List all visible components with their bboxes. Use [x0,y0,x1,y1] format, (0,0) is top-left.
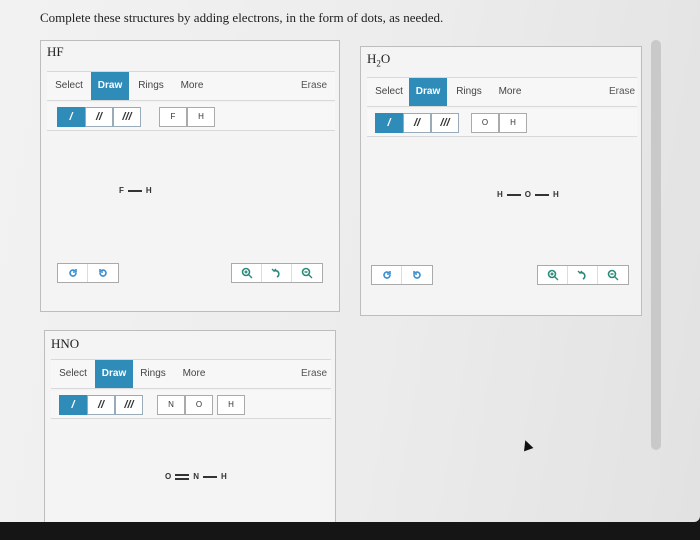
atom-h-button[interactable]: H [187,107,215,127]
panel-hf: HF Select Draw Rings More Erase / // ///… [40,40,340,312]
triple-bond-button[interactable]: /// [431,113,459,133]
zoom-out-button[interactable] [292,264,322,282]
single-bond-button[interactable]: / [57,107,85,127]
atom-h-button[interactable]: H [499,113,527,133]
single-bond[interactable] [203,475,218,478]
redo-icon [99,269,107,277]
tab-draw[interactable]: Draw [91,72,129,100]
editor-toolbar: Select Draw Rings More Erase [47,71,335,101]
atom-n-button[interactable]: N [157,395,185,415]
zoom-reset-icon [271,268,280,278]
undo-button[interactable] [372,266,402,284]
undo-redo-group [371,265,433,285]
monitor-bezel [0,522,700,540]
tab-select[interactable]: Select [53,360,93,388]
tab-draw[interactable]: Draw [95,360,133,388]
double-bond-button[interactable]: // [403,113,431,133]
tab-erase[interactable]: Erase [297,72,331,100]
panel-title: HF [47,44,64,59]
bond-row: / // /// F H [47,103,335,131]
panel-hno: HNO Select Draw Rings More Erase / // //… [44,330,336,522]
zoom-in-icon [547,269,558,281]
zoom-group [537,265,629,285]
panel-title: H2O [367,51,390,69]
single-bond[interactable] [506,193,521,196]
double-bond-button[interactable]: // [87,395,115,415]
atom-o-button[interactable]: O [185,395,213,415]
tab-rings[interactable]: Rings [133,72,169,100]
undo-icon [382,271,391,279]
tab-draw[interactable]: Draw [409,78,447,106]
editor-toolbar: Select Draw Rings More Erase [367,77,637,107]
atom-label[interactable]: H [553,190,559,199]
zoom-reset-button[interactable] [262,264,292,282]
tab-erase[interactable]: Erase [605,78,639,106]
panel-h2o: H2O Select Draw Rings More Erase / // //… [360,46,642,316]
triple-bond-button[interactable]: /// [113,107,141,127]
atom-label[interactable]: N [193,472,199,481]
atom-label[interactable]: O [525,190,531,199]
screen: Complete these structures by adding elec… [0,0,700,522]
atom-label[interactable]: H [497,190,503,199]
tab-more[interactable]: More [173,72,211,100]
zoom-group [231,263,323,283]
mouse-cursor-icon [520,438,534,452]
panel-title: HNO [51,336,80,351]
double-bond[interactable] [175,473,190,480]
atom-f-button[interactable]: F [159,107,187,127]
scrollbar[interactable] [651,40,661,450]
molecule-hf[interactable]: F H [119,186,152,195]
undo-icon [68,269,77,277]
molecule-hno[interactable]: O N H [165,472,227,481]
redo-icon [413,271,421,279]
double-bond-button[interactable]: // [85,107,113,127]
atom-o-button[interactable]: O [471,113,499,133]
tab-rings[interactable]: Rings [451,78,487,106]
instruction-text: Complete these structures by adding elec… [40,10,444,25]
title-end: O [380,51,391,66]
single-bond[interactable] [127,189,142,192]
editor-toolbar: Select Draw Rings More Erase [51,359,331,389]
tab-select[interactable]: Select [49,72,89,100]
single-bond-button[interactable]: / [375,113,403,133]
tab-more[interactable]: More [491,78,529,106]
zoom-in-icon [241,267,252,279]
atom-h-button[interactable]: H [217,395,245,415]
title-main: H [367,51,377,66]
atom-label[interactable]: O [165,472,171,481]
tab-erase[interactable]: Erase [297,360,331,388]
tab-rings[interactable]: Rings [135,360,171,388]
undo-redo-group [57,263,119,283]
atom-label[interactable]: F [119,186,124,195]
atom-label[interactable]: H [146,186,152,195]
zoom-in-button[interactable] [232,264,262,282]
zoom-reset-icon [577,270,586,280]
zoom-out-icon [301,267,313,279]
zoom-reset-button[interactable] [568,266,598,284]
redo-button[interactable] [88,264,118,282]
tab-select[interactable]: Select [369,78,409,106]
atom-label[interactable]: H [221,472,227,481]
triple-bond-button[interactable]: /// [115,395,143,415]
single-bond[interactable] [535,193,550,196]
undo-button[interactable] [58,264,88,282]
zoom-in-button[interactable] [538,266,568,284]
single-bond-button[interactable]: / [59,395,87,415]
zoom-out-icon [607,269,619,281]
bond-row: / // /// N O H [51,391,331,419]
bond-row: / // /// O H [367,109,637,137]
tab-more[interactable]: More [175,360,213,388]
zoom-out-button[interactable] [598,266,628,284]
redo-button[interactable] [402,266,432,284]
molecule-h2o[interactable]: H O H [497,190,559,199]
